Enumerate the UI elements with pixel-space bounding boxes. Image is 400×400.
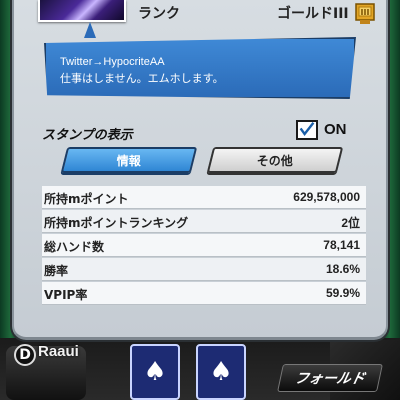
stat-label: 総ハンド数 (44, 240, 105, 254)
table-row: 総ハンド数 78,141 (42, 234, 366, 257)
fold-button[interactable]: フォールド (277, 364, 383, 392)
stat-label: 勝率 (44, 264, 69, 278)
stats-table: 所持mポイント 629,578,000 所持mポイントランキング 2位 総ハンド… (42, 186, 366, 306)
bubble-tail (84, 22, 96, 38)
stamp-state-text: ON (324, 121, 347, 138)
profile-message-bubble (44, 37, 356, 99)
spade-icon: ♠ (209, 357, 233, 387)
stamp-checkbox[interactable] (296, 120, 318, 140)
stat-value: 78,141 (323, 238, 360, 252)
rank-trophy-icon: III (355, 3, 375, 24)
player-name: Raaui (38, 343, 79, 360)
tab-info[interactable]: 情報 (60, 147, 198, 173)
spade-icon: ♠ (143, 357, 167, 387)
tab-info-label: 情報 (116, 154, 141, 168)
fold-button-label: フォールド (293, 370, 367, 386)
table-row: 所持mポイント 629,578,000 (42, 186, 366, 209)
stat-value: 629,578,000 (293, 190, 360, 204)
hole-card: ♠ (196, 344, 246, 400)
dealer-button-badge: D (14, 344, 36, 366)
stat-value: 59.9% (325, 286, 360, 300)
svg-text:III: III (361, 8, 370, 17)
stat-label: VPIP率 (44, 288, 88, 302)
tab-other[interactable]: その他 (206, 147, 344, 173)
stat-value: 18.6% (325, 262, 360, 276)
profile-message-line2: 仕事はしません。エムホします。 (60, 72, 224, 85)
stat-label: 所持mポイントランキング (44, 216, 189, 230)
rank-label: ランク (138, 6, 180, 22)
table-row: VPIP率 59.9% (42, 282, 366, 305)
stat-value: 2位 (341, 216, 360, 230)
profile-avatar (38, 0, 126, 22)
profile-message-line1: Twitter→HypocriteAA (60, 56, 165, 68)
hole-card: ♠ (130, 344, 180, 400)
stat-label: 所持mポイント (44, 192, 129, 206)
tab-other-label: その他 (256, 154, 293, 168)
stamp-display-label: スタンプの表示 (42, 128, 133, 143)
rank-value: ゴールドIII (277, 6, 349, 22)
table-row: 所持mポイントランキング 2位 (42, 210, 366, 233)
table-row: 勝率 18.6% (42, 258, 366, 281)
